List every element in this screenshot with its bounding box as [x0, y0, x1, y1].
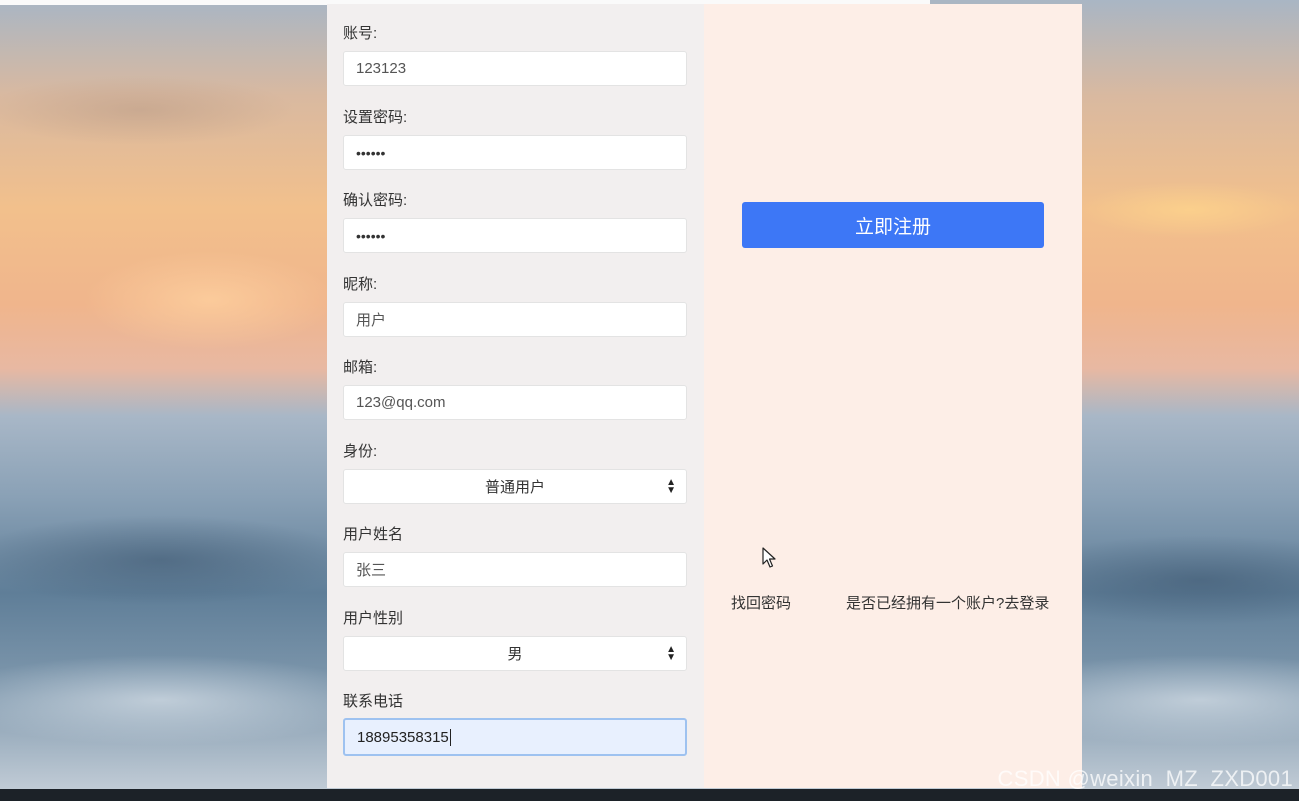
register-button[interactable]: 立即注册	[742, 202, 1044, 248]
confirm-password-label: 确认密码:	[343, 192, 408, 209]
identity-label: 身份:	[343, 443, 378, 460]
select-arrows-icon: ▲ ▼	[666, 477, 676, 496]
identity-selected: 普通用户	[484, 479, 545, 496]
phone-value: 18895358315	[357, 728, 449, 746]
nickname-value: 用户	[356, 312, 387, 329]
nickname-input[interactable]: 用户	[343, 302, 687, 337]
email-label: 邮箱:	[343, 359, 378, 376]
real-name-input[interactable]: 张三	[343, 552, 687, 587]
taskbar-strip	[0, 789, 1299, 801]
phone-label: 联系电话	[343, 693, 404, 710]
phone-input[interactable]: 18895358315	[343, 718, 687, 756]
password-value: ••••••	[356, 144, 386, 161]
email-value: 123@qq.com	[356, 394, 446, 411]
gender-selected: 男	[507, 646, 523, 663]
identity-select[interactable]: 普通用户 ▲ ▼	[343, 469, 687, 504]
select-arrows-icon: ▲ ▼	[666, 644, 676, 663]
register-actions-panel	[704, 4, 1082, 788]
mouse-pointer-icon	[762, 547, 776, 568]
account-label: 账号:	[343, 25, 378, 42]
go-login-link[interactable]: 是否已经拥有一个账户?去登录	[846, 592, 1049, 613]
account-value: 123123	[356, 60, 407, 77]
text-caret	[449, 728, 451, 746]
confirm-password-input[interactable]: ••••••	[343, 218, 687, 253]
nickname-label: 昵称:	[343, 276, 378, 293]
password-label: 设置密码:	[343, 109, 408, 126]
account-input[interactable]: 123123	[343, 51, 687, 86]
confirm-password-value: ••••••	[356, 227, 386, 244]
password-input[interactable]: ••••••	[343, 135, 687, 170]
email-input[interactable]: 123@qq.com	[343, 385, 687, 420]
forgot-password-link[interactable]: 找回密码	[731, 592, 791, 613]
gender-label: 用户性别	[343, 610, 404, 627]
gender-select[interactable]: 男 ▲ ▼	[343, 636, 687, 671]
real-name-value: 张三	[356, 562, 387, 579]
real-name-label: 用户姓名	[343, 526, 404, 543]
